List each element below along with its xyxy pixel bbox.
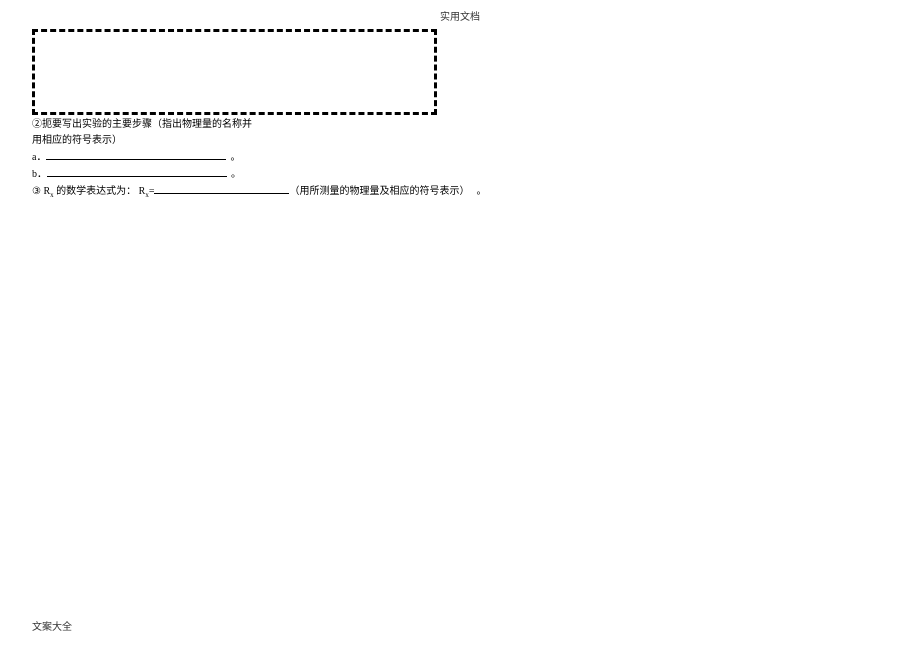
q3-suffix: （用所测量的物理量及相应的符号表示） <box>289 186 464 197</box>
q2-text-1: ②扼要写出实验的主要步骤（指出物理量的名称并 <box>32 119 252 130</box>
q3-mid1: 的数学表达式为： R <box>54 186 146 197</box>
item-b-period: 。 <box>231 169 241 180</box>
q3-blank <box>154 183 289 194</box>
item-a-row: a． 。 <box>32 149 888 165</box>
answer-box <box>32 29 437 115</box>
q3-prefix: ③ R <box>32 186 50 197</box>
item-a-blank <box>46 149 226 160</box>
q3-period: 。 <box>476 186 486 197</box>
item-b-blank <box>47 166 227 177</box>
item-a-label: a． <box>32 152 46 163</box>
q2-text-2: 用相应的符号表示） <box>32 135 122 146</box>
page-footer: 文案大全 <box>32 618 72 633</box>
question-2-line2: 用相应的符号表示） <box>32 133 888 148</box>
question-2-line1: ②扼要写出实验的主要步骤（指出物理量的名称并 <box>32 117 888 132</box>
item-b-label: b． <box>32 169 47 180</box>
page-header: 实用文档 <box>0 0 920 23</box>
main-content: ②扼要写出实验的主要步骤（指出物理量的名称并 用相应的符号表示） a． 。 b． 。… <box>0 23 920 201</box>
question-3-row: ③ Rx 的数学表达式为： Rx=（用所测量的物理量及相应的符号表示）。 <box>32 183 888 201</box>
footer-text: 文案大全 <box>32 622 72 633</box>
header-title: 实用文档 <box>440 12 480 23</box>
item-a-period: 。 <box>230 152 240 163</box>
item-b-row: b． 。 <box>32 166 888 182</box>
